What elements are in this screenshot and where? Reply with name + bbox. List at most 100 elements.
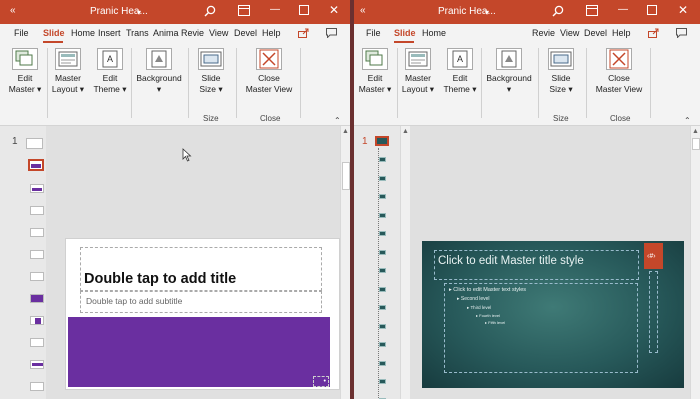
tab-developer[interactable]: Devel xyxy=(234,28,257,38)
tab-file[interactable]: File xyxy=(14,28,29,38)
close-master-view-button[interactable]: Close Master View xyxy=(590,48,648,95)
edit-master-button[interactable]: Edit Master ▾ xyxy=(356,48,394,95)
edit-theme-button[interactable]: A Edit Theme ▾ xyxy=(92,48,128,95)
minimize-icon[interactable]: — xyxy=(618,4,628,15)
vertical-text-placeholder[interactable] xyxy=(649,271,658,353)
slide-number-placeholder[interactable]: • xyxy=(313,376,329,387)
layout-thumbnail[interactable] xyxy=(379,305,386,310)
scroll-up-icon[interactable]: ▲ xyxy=(402,128,409,135)
layout-thumbnail[interactable] xyxy=(30,316,44,325)
master-slide[interactable]: Click to edit Master title style ‹#› ▸ C… xyxy=(422,241,684,388)
layout-thumbnail[interactable] xyxy=(30,272,44,281)
tab-animations[interactable]: Anima xyxy=(153,28,179,38)
master-body-placeholder[interactable]: ▸ Click to edit Master text styles ▸ Sec… xyxy=(444,283,638,373)
layout-thumbnail[interactable] xyxy=(379,194,386,199)
layout-thumbnail[interactable] xyxy=(30,360,44,369)
layout-thumbnail[interactable] xyxy=(379,268,386,273)
back-arrow-icon[interactable]: « xyxy=(10,5,16,16)
maximize-icon[interactable] xyxy=(647,5,657,18)
layout-thumbnail[interactable] xyxy=(379,231,386,236)
edit-master-icon xyxy=(12,48,38,70)
layout-thumbnail[interactable] xyxy=(379,157,386,162)
background-button[interactable]: Background ▾ xyxy=(134,48,184,95)
chevron-down-icon[interactable]: ▾ xyxy=(137,8,141,17)
scrollbar-thumb[interactable] xyxy=(692,138,700,150)
layout-thumbnail[interactable] xyxy=(379,342,386,347)
layout-thumbnail[interactable] xyxy=(379,360,386,366)
search-icon[interactable] xyxy=(552,5,564,20)
master-thumbnail[interactable] xyxy=(26,138,43,149)
edit-theme-button[interactable]: A Edit Theme ▾ xyxy=(442,48,478,95)
layout-thumbnail-selected[interactable] xyxy=(28,159,44,171)
tab-help[interactable]: Help xyxy=(262,28,281,38)
tab-home[interactable]: Home xyxy=(71,28,95,38)
master-thumbnail-selected[interactable] xyxy=(375,136,389,146)
scroll-up-icon[interactable]: ▲ xyxy=(342,128,349,135)
comments-icon[interactable] xyxy=(326,28,337,40)
tab-transitions[interactable]: Trans xyxy=(126,28,149,38)
tab-review[interactable]: Revie xyxy=(532,28,555,38)
tab-home[interactable]: Home xyxy=(422,28,446,38)
subtitle-placeholder[interactable]: Double tap to add subtitle xyxy=(80,291,322,313)
tab-developer[interactable]: Devel xyxy=(584,28,607,38)
ribbon-display-icon[interactable] xyxy=(238,5,250,19)
layout-thumbnail[interactable] xyxy=(30,206,44,215)
chevron-down-icon[interactable]: ▾ xyxy=(485,8,489,17)
search-icon[interactable] xyxy=(204,5,216,20)
vertical-scrollbar[interactable]: ▲ xyxy=(690,126,700,399)
slide-thumbnail-pane: 1 xyxy=(0,126,46,399)
slide[interactable]: Double tap to add title Double tap to ad… xyxy=(65,238,340,390)
tab-help[interactable]: Help xyxy=(612,28,631,38)
layout-thumbnail[interactable] xyxy=(379,249,386,255)
master-title-placeholder[interactable]: Click to edit Master title style xyxy=(434,250,639,280)
minimize-icon[interactable]: — xyxy=(270,4,280,15)
background-icon xyxy=(146,48,172,70)
scroll-up-icon[interactable]: ▲ xyxy=(692,128,699,135)
tab-slide[interactable]: Slide xyxy=(43,28,65,38)
comments-icon[interactable] xyxy=(676,28,687,40)
title-placeholder[interactable]: Double tap to add title xyxy=(80,247,322,291)
slide-size-button[interactable]: Slide Size ▾ xyxy=(544,48,578,95)
close-master-view-button[interactable]: Close Master View xyxy=(240,48,298,95)
maximize-icon[interactable] xyxy=(299,5,309,18)
back-arrow-icon[interactable]: « xyxy=(360,5,366,16)
share-icon[interactable] xyxy=(648,28,659,40)
tab-file[interactable]: File xyxy=(366,28,381,38)
scrollbar-thumb[interactable] xyxy=(342,162,350,190)
layout-thumbnail[interactable] xyxy=(379,323,386,329)
active-tab-underline xyxy=(394,41,414,43)
layout-thumbnail[interactable] xyxy=(379,286,386,292)
close-icon[interactable]: ✕ xyxy=(329,3,339,17)
tab-review[interactable]: Revie xyxy=(181,28,204,38)
layout-thumbnail[interactable] xyxy=(30,250,44,259)
background-button[interactable]: Background ▾ xyxy=(484,48,534,95)
collapse-ribbon-icon[interactable]: ⌃ xyxy=(334,116,341,125)
layout-thumbnail[interactable] xyxy=(379,212,386,218)
layout-thumbnail[interactable] xyxy=(379,379,386,384)
edit-master-button[interactable]: Edit Master ▾ xyxy=(6,48,44,95)
master-layout-button[interactable]: Master Layout ▾ xyxy=(400,48,436,95)
collapse-ribbon-icon[interactable]: ⌃ xyxy=(684,116,691,125)
tab-view[interactable]: View xyxy=(209,28,228,38)
ribbon-display-icon[interactable] xyxy=(586,5,598,19)
close-icon[interactable]: ✕ xyxy=(678,3,688,17)
layout-thumbnail[interactable] xyxy=(30,228,44,237)
ribbon-separator xyxy=(397,48,398,118)
master-layout-button[interactable]: Master Layout ▾ xyxy=(50,48,86,95)
thumbnail-scrollbar[interactable]: ▲ xyxy=(400,126,410,399)
tab-insert[interactable]: Insert xyxy=(98,28,121,38)
layout-thumbnail[interactable] xyxy=(30,382,44,391)
layout-thumbnail[interactable] xyxy=(379,175,386,181)
layout-thumbnail[interactable] xyxy=(30,338,44,347)
tab-slide[interactable]: Slide xyxy=(394,28,416,38)
master-title-text: Click to edit Master title style xyxy=(438,255,584,267)
tab-view[interactable]: View xyxy=(560,28,579,38)
slide-size-label-1: Slide xyxy=(201,73,221,83)
layout-thumbnail[interactable] xyxy=(30,184,44,193)
share-icon[interactable] xyxy=(298,28,309,40)
ribbon-tabs: File Slide Home Insert Trans Anima Revie… xyxy=(0,24,350,44)
slide-size-button[interactable]: Slide Size ▾ xyxy=(194,48,228,95)
master-layout-label-1: Master xyxy=(55,73,81,83)
vertical-scrollbar[interactable]: ▲ xyxy=(340,126,350,399)
layout-thumbnail[interactable] xyxy=(30,294,44,303)
